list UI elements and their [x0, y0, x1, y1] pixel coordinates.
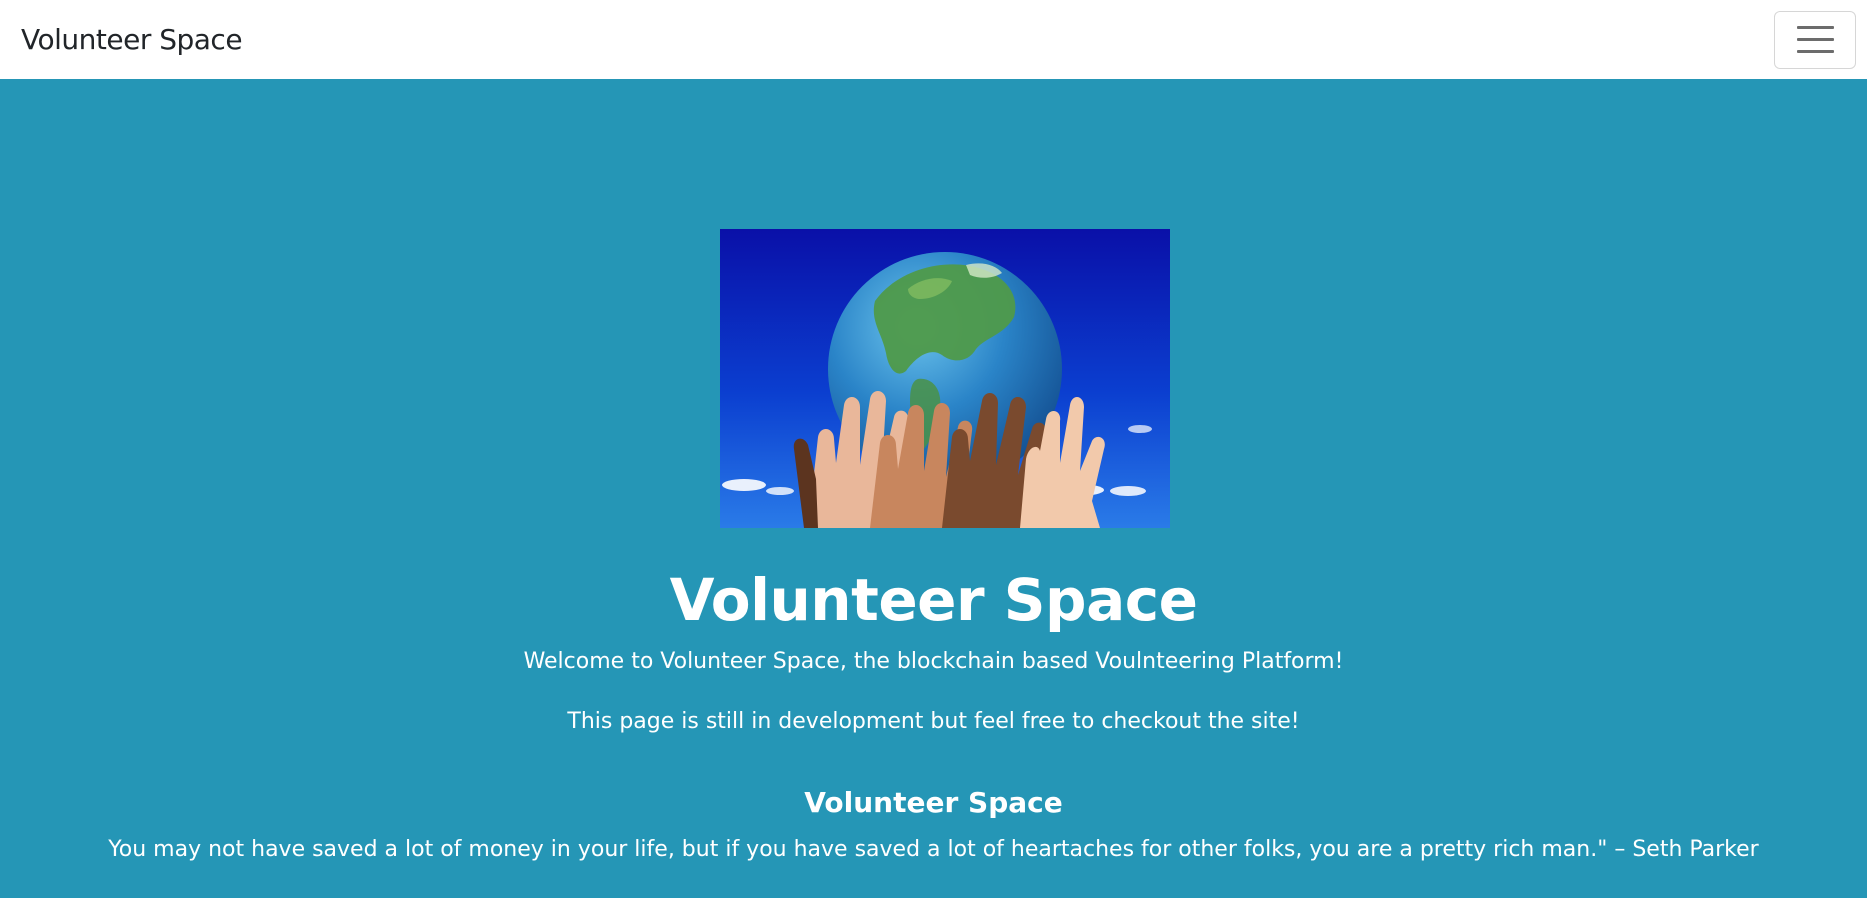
navbar: Volunteer Space — [0, 0, 1867, 79]
navbar-toggler-button[interactable] — [1774, 10, 1856, 69]
quote-title: Volunteer Space — [804, 786, 1063, 819]
hero-title: Volunteer Space — [669, 566, 1198, 634]
hero-section: Volunteer Space Welcome to Volunteer Spa… — [0, 79, 1867, 898]
navbar-brand[interactable]: Volunteer Space — [21, 23, 243, 56]
quote-text: You may not have saved a lot of money in… — [108, 837, 1759, 862]
hero-globe-hands-image — [720, 229, 1170, 528]
hamburger-menu-icon — [1796, 26, 1834, 29]
welcome-text: Welcome to Volunteer Space, the blockcha… — [523, 649, 1344, 674]
development-notice: This page is still in development but fe… — [567, 709, 1300, 734]
